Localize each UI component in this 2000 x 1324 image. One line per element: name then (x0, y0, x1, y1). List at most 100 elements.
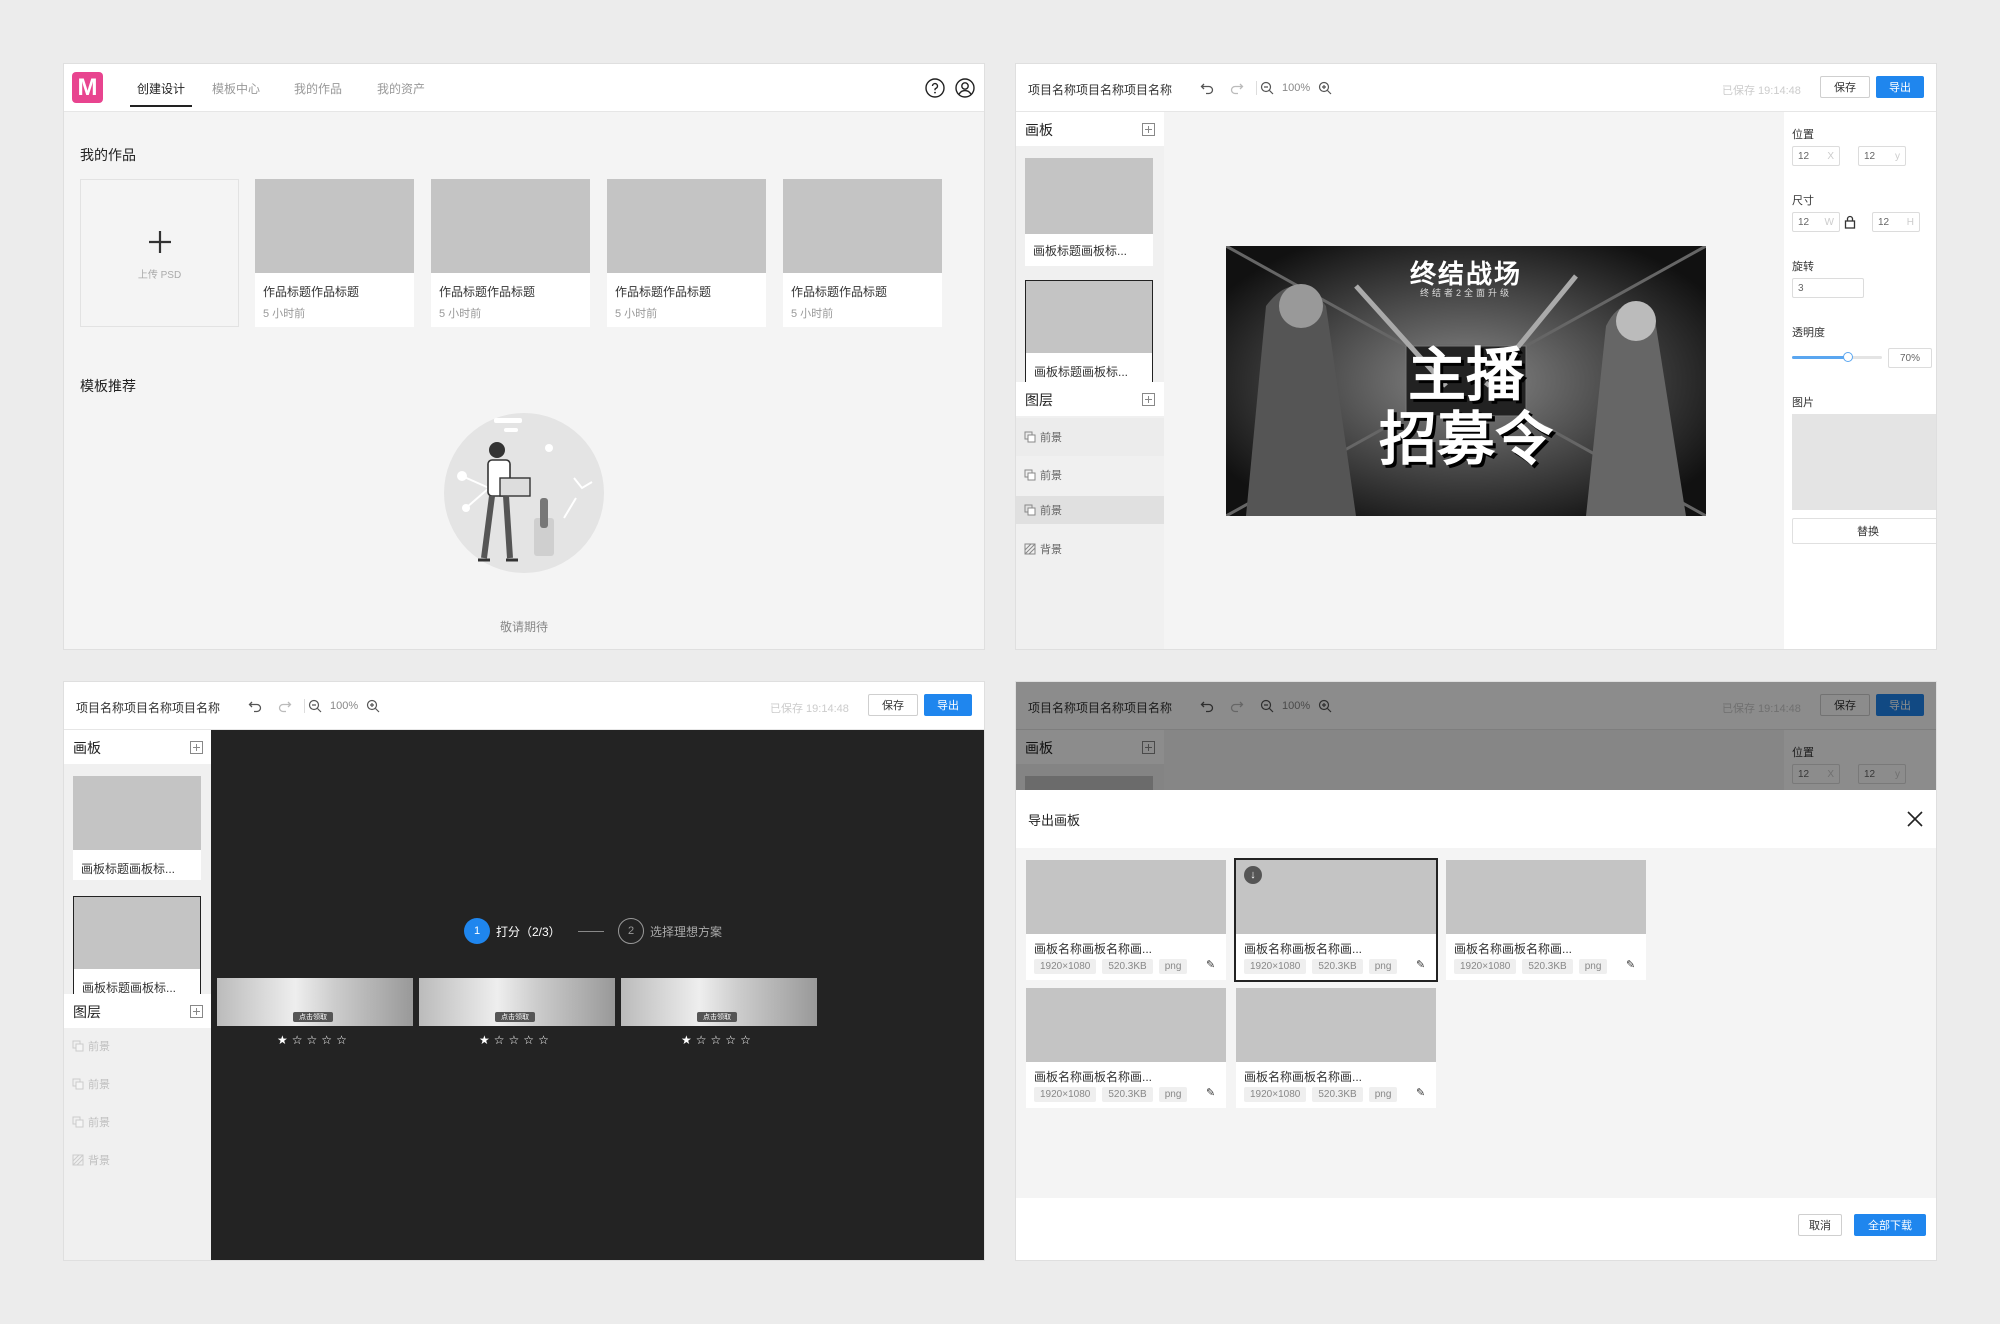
layer-copy-icon (1024, 504, 1036, 516)
export-meta-size: 1920×1080 (1244, 959, 1307, 974)
opacity-input[interactable]: 70% (1888, 348, 1932, 368)
star-filled-icon[interactable]: ★ (681, 1034, 692, 1046)
layer-item[interactable]: 背景 (1016, 530, 1164, 568)
nav-tab-my-works[interactable]: 我的作品 (294, 80, 342, 97)
edit-icon[interactable]: ✎ (1206, 958, 1215, 971)
star-empty-icon[interactable]: ☆ (523, 1034, 534, 1046)
layer-item[interactable]: 前景 (72, 1070, 110, 1098)
star-filled-icon[interactable]: ★ (479, 1034, 490, 1046)
nav-tab-templates[interactable]: 模板中心 (212, 80, 260, 97)
help-icon[interactable] (925, 78, 945, 98)
edit-icon[interactable]: ✎ (1416, 1086, 1425, 1099)
candidate-banner[interactable]: 点击领取 (419, 978, 615, 1026)
zoom-level[interactable]: 100% (1282, 82, 1310, 94)
save-button[interactable]: 保存 (868, 694, 918, 716)
star-empty-icon[interactable]: ☆ (725, 1034, 736, 1046)
star-empty-icon[interactable]: ☆ (494, 1034, 505, 1046)
board-item[interactable]: 画板标题画板标... (73, 776, 201, 880)
export-card[interactable]: 画板名称画板名称画... 1920×1080 520.3KB png ✎ (1236, 988, 1436, 1108)
work-card[interactable]: 作品标题作品标题 5 小时前 (607, 179, 766, 327)
x-unit: X (1827, 150, 1834, 162)
board-thumbnail (1026, 281, 1152, 353)
layer-item[interactable]: 背景 (72, 1146, 110, 1174)
zoom-out-icon[interactable] (308, 699, 322, 713)
project-name[interactable]: 项目名称项目名称项目名称 (76, 699, 220, 716)
download-all-button[interactable]: 全部下载 (1854, 1214, 1926, 1236)
star-empty-icon[interactable]: ☆ (292, 1034, 303, 1046)
board-item[interactable]: 画板标题画板标... (1025, 158, 1153, 266)
star-filled-icon[interactable]: ★ (277, 1034, 288, 1046)
edit-icon[interactable]: ✎ (1206, 1086, 1215, 1099)
opacity-slider-handle[interactable] (1842, 352, 1853, 362)
star-rating[interactable]: ★ ☆ ☆ ☆ ☆ (681, 1034, 751, 1046)
board-item-selected[interactable]: 画板标题画板标... (73, 896, 201, 996)
export-button[interactable]: 导出 (1876, 76, 1924, 98)
star-empty-icon[interactable]: ☆ (509, 1034, 520, 1046)
star-empty-icon[interactable]: ☆ (711, 1034, 722, 1046)
star-empty-icon[interactable]: ☆ (696, 1034, 707, 1046)
canvas-artboard[interactable]: 终结战场 终结者2全面升级 主播 招募令 (1226, 246, 1706, 516)
layer-copy-icon (72, 1116, 84, 1128)
step-2-label: 选择理想方案 (650, 925, 723, 939)
zoom-in-icon[interactable] (366, 699, 380, 713)
zoom-out-icon[interactable] (1260, 81, 1274, 95)
opacity-slider-track[interactable] (1792, 352, 1882, 362)
star-empty-icon[interactable]: ☆ (307, 1034, 318, 1046)
app-logo[interactable]: M (72, 72, 103, 103)
width-input[interactable]: 12 W (1792, 212, 1840, 232)
add-layer-icon[interactable] (190, 1005, 203, 1018)
height-input[interactable]: 12 H (1872, 212, 1920, 232)
candidate-card[interactable]: 点击领取 ★ ☆ ☆ ☆ ☆ (419, 978, 615, 1068)
candidate-banner[interactable]: 点击领取 (621, 978, 817, 1026)
work-card[interactable]: 作品标题作品标题 5 小时前 (255, 179, 414, 327)
layer-item[interactable]: 前景 (72, 1032, 110, 1060)
undo-icon[interactable] (248, 699, 262, 713)
zoom-in-icon[interactable] (1318, 81, 1332, 95)
export-card[interactable]: 画板名称画板名称画... 1920×1080 520.3KB png ✎ (1026, 860, 1226, 980)
star-empty-icon[interactable]: ☆ (336, 1034, 347, 1046)
close-icon[interactable] (1906, 810, 1924, 828)
add-board-icon[interactable] (1142, 123, 1155, 136)
nav-tab-create[interactable]: 创建设计 (130, 64, 192, 112)
position-y-input[interactable]: 12 y (1858, 146, 1906, 166)
work-card[interactable]: 作品标题作品标题 5 小时前 (783, 179, 942, 327)
redo-icon[interactable] (278, 699, 292, 713)
star-rating[interactable]: ★ ☆ ☆ ☆ ☆ (479, 1034, 549, 1046)
candidate-banner[interactable]: 点击领取 (217, 978, 413, 1026)
work-card[interactable]: 作品标题作品标题 5 小时前 (431, 179, 590, 327)
add-layer-icon[interactable] (1142, 393, 1155, 406)
export-button[interactable]: 导出 (924, 694, 972, 716)
export-card[interactable]: 画板名称画板名称画... 1920×1080 520.3KB png ✎ (1026, 988, 1226, 1108)
edit-icon[interactable]: ✎ (1416, 958, 1425, 971)
layer-item[interactable]: 前景 (1016, 456, 1164, 494)
lock-ratio-icon[interactable] (1844, 215, 1856, 229)
user-avatar-icon[interactable] (955, 78, 975, 98)
rotate-input[interactable]: 3 (1792, 278, 1864, 298)
star-empty-icon[interactable]: ☆ (321, 1034, 332, 1046)
layer-item[interactable]: 前景 (1016, 418, 1164, 456)
project-name[interactable]: 项目名称项目名称项目名称 (1028, 81, 1172, 98)
edit-icon[interactable]: ✎ (1626, 958, 1635, 971)
zoom-level[interactable]: 100% (330, 700, 358, 712)
star-rating[interactable]: ★ ☆ ☆ ☆ ☆ (277, 1034, 347, 1046)
layer-item[interactable]: 前景 (72, 1108, 110, 1136)
upload-psd-card[interactable]: 上传 PSD (80, 179, 239, 327)
candidate-card[interactable]: 点击领取 ★ ☆ ☆ ☆ ☆ (217, 978, 413, 1068)
redo-icon[interactable] (1230, 81, 1244, 95)
export-card[interactable]: 画板名称画板名称画... 1920×1080 520.3KB png ✎ (1446, 860, 1646, 980)
download-icon[interactable]: ↓ (1244, 866, 1262, 884)
star-empty-icon[interactable]: ☆ (538, 1034, 549, 1046)
save-button[interactable]: 保存 (1820, 76, 1870, 98)
export-card-selected[interactable]: ↓ 画板名称画板名称画... 1920×1080 520.3KB png ✎ (1234, 858, 1438, 982)
candidate-card[interactable]: 点击领取 ★ ☆ ☆ ☆ ☆ (621, 978, 817, 1068)
star-empty-icon[interactable]: ☆ (740, 1034, 751, 1046)
save-button-label: 保存 (1834, 82, 1856, 94)
position-x-input[interactable]: 12 X (1792, 146, 1840, 166)
cancel-button[interactable]: 取消 (1798, 1214, 1842, 1236)
nav-tab-my-assets[interactable]: 我的资产 (377, 80, 425, 97)
layer-item-selected[interactable]: 前景 (1016, 496, 1164, 524)
board-item-selected[interactable]: 画板标题画板标... (1025, 280, 1153, 384)
add-board-icon[interactable] (190, 741, 203, 754)
replace-image-button[interactable]: 替换 (1792, 518, 1936, 544)
undo-icon[interactable] (1200, 81, 1214, 95)
